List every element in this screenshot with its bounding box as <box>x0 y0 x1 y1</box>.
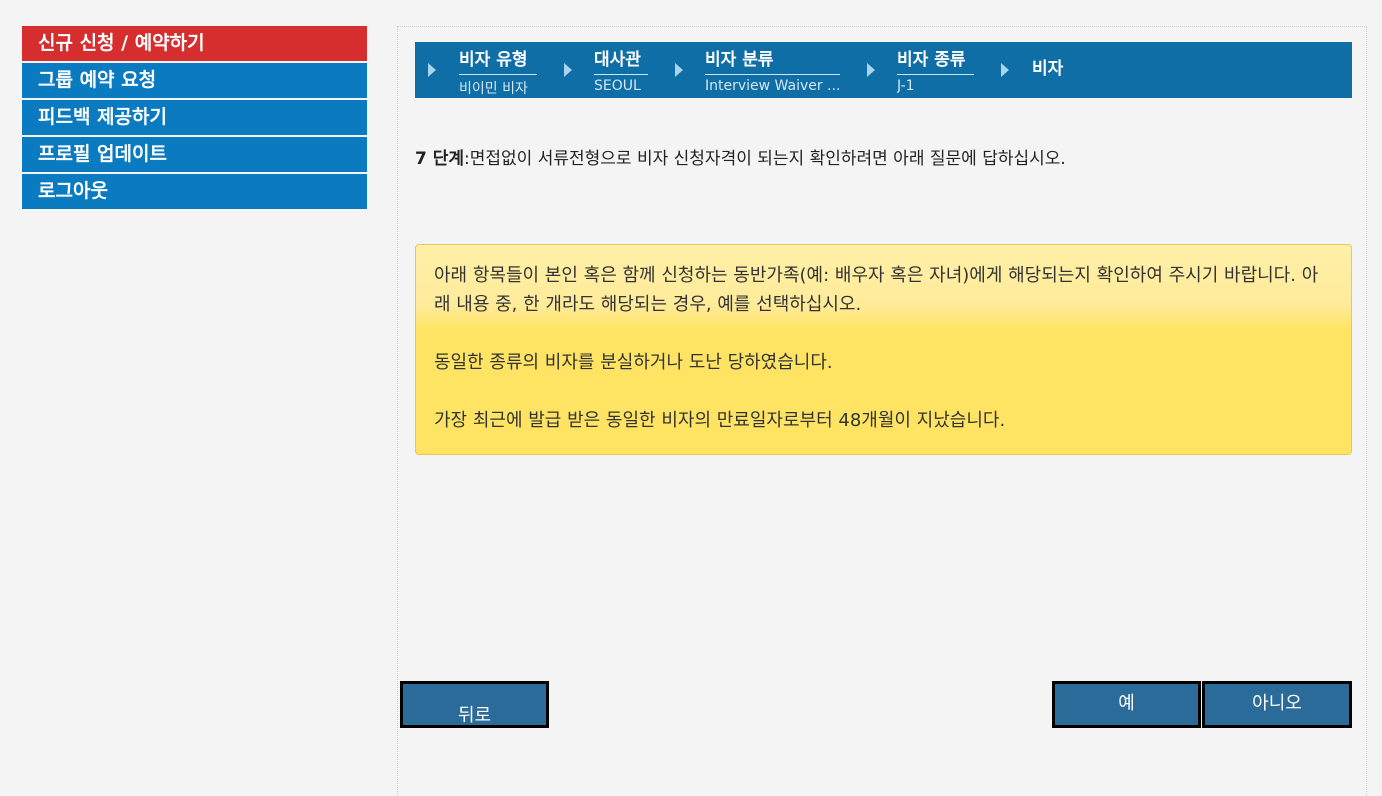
breadcrumb-step-title: 비자 분류 <box>705 45 840 75</box>
notice-box: 아래 항목들이 본인 혹은 함께 신청하는 동반가족(예: 배우자 혹은 자녀)… <box>415 244 1352 455</box>
breadcrumb-step-value: J-1 <box>897 78 915 94</box>
breadcrumb-step-title: 비자 종류 <box>897 45 974 75</box>
main-content: 비자 유형 비이민 비자 대사관 SEOUL 비자 분류 Interview W… <box>397 26 1367 796</box>
no-button[interactable]: 아니오 <box>1202 681 1352 728</box>
back-button[interactable]: 뒤로 <box>400 681 549 728</box>
sidebar-menu: 신규 신청 / 예약하기 그룹 예약 요청 피드백 제공하기 프로필 업데이트 … <box>22 26 367 211</box>
sidebar-item-logout[interactable]: 로그아웃 <box>22 174 367 211</box>
step-instruction: 7 단계:면접없이 서류전형으로 비자 신청자격이 되는지 확인하려면 아래 질… <box>415 144 1066 169</box>
breadcrumb-step-visa-category[interactable]: 비자 분류 Interview Waiver ... <box>705 45 840 94</box>
breadcrumb-step-title: 대사관 <box>594 45 648 75</box>
sidebar-item-profile-update[interactable]: 프로필 업데이트 <box>22 137 367 174</box>
triangle-right-icon <box>867 63 875 77</box>
triangle-right-icon <box>428 63 436 77</box>
breadcrumb-step-value: Interview Waiver ... <box>705 78 840 94</box>
yes-button[interactable]: 예 <box>1052 681 1201 728</box>
breadcrumb-step-value: 비이민 비자 <box>459 81 528 97</box>
triangle-right-icon <box>675 63 683 77</box>
triangle-right-icon <box>564 63 572 77</box>
sidebar-item-group-request[interactable]: 그룹 예약 요청 <box>22 63 367 100</box>
notice-intro: 아래 항목들이 본인 혹은 함께 신청하는 동반가족(예: 배우자 혹은 자녀)… <box>434 265 1319 315</box>
notice-item: 가장 최근에 발급 받은 동일한 비자의 만료일자로부터 48개월이 지났습니다… <box>434 410 1006 431</box>
breadcrumb: 비자 유형 비이민 비자 대사관 SEOUL 비자 분류 Interview W… <box>415 42 1352 98</box>
step-text: :면접없이 서류전형으로 비자 신청자격이 되는지 확인하려면 아래 질문에 답… <box>464 149 1066 169</box>
breadcrumb-step-visa-class[interactable]: 비자 종류 J-1 <box>897 45 974 94</box>
step-label: 7 단계 <box>415 149 465 169</box>
notice-item: 동일한 종류의 비자를 분실하거나 도난 당하였습니다. <box>434 352 833 373</box>
breadcrumb-step-embassy[interactable]: 대사관 SEOUL <box>594 45 648 94</box>
triangle-right-icon <box>1001 63 1009 77</box>
breadcrumb-step-title: 비자 유형 <box>459 45 537 75</box>
breadcrumb-current: 비자 <box>1032 59 1064 79</box>
breadcrumb-step-visa-type[interactable]: 비자 유형 비이민 비자 <box>459 45 537 98</box>
sidebar-item-feedback[interactable]: 피드백 제공하기 <box>22 100 367 137</box>
sidebar-item-new-application[interactable]: 신규 신청 / 예약하기 <box>22 26 367 63</box>
breadcrumb-step-value: SEOUL <box>594 78 641 94</box>
